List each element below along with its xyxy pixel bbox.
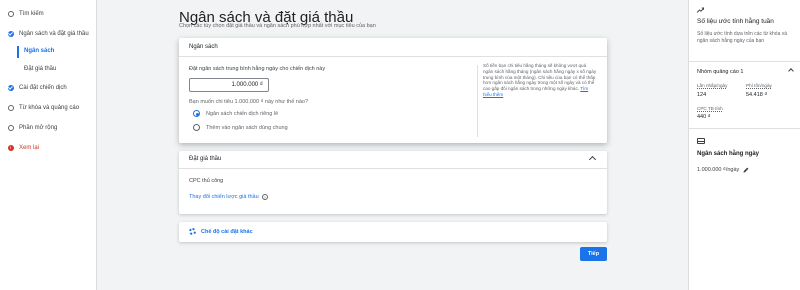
daily-budget-value: 1.000.000 ₫/ngày: [697, 167, 740, 173]
sidebar-item-search[interactable]: Tìm kiếm: [0, 10, 97, 17]
radio-individual-budget[interactable]: Ngân sách chiến dịch riêng lẻ: [193, 110, 278, 117]
sidebar-item-review[interactable]: ! Xem lại: [0, 144, 97, 151]
circle-icon: [7, 124, 14, 131]
estimates-panel: Số liệu ước tính hằng tuần Số liệu ước t…: [688, 0, 800, 290]
budget-header: Ngân sách: [179, 38, 607, 57]
trending-up-icon: [697, 7, 704, 13]
other-settings-card[interactable]: Chế độ cài đặt khác: [179, 222, 607, 242]
budget-field-label: Đặt ngân sách trung bình hằng ngày cho c…: [189, 66, 326, 72]
sidebar-item-label: Tìm kiếm: [19, 10, 44, 17]
sidebar-item-label: Từ khóa và quảng cáo: [19, 104, 80, 111]
change-bid-strategy-label: Thay đổi chiến lược giá thầu: [189, 194, 259, 200]
sidebar-item-budget-bidding[interactable]: Ngân sách và đặt giá thầu: [0, 30, 97, 37]
cpc-label: CPC TB tính: [697, 106, 723, 111]
bidding-header[interactable]: Đặt giá thầu: [179, 151, 607, 169]
sidebar-item-bidding[interactable]: Đặt giá thầu: [0, 66, 97, 72]
sidebar-item-label: Phần mở rộng: [19, 124, 58, 131]
error-icon: !: [7, 144, 14, 151]
sidebar-item-label: Ngân sách: [24, 48, 55, 54]
cpc-value: 440 ₫: [697, 114, 711, 120]
clicks-value: 124: [697, 92, 707, 98]
sidebar-item-label: Đặt giá thầu: [24, 66, 57, 72]
bidding-card: Đặt giá thầu CPC thủ công Thay đổi chiến…: [179, 151, 607, 214]
radio-shared-budget[interactable]: Thêm vào ngân sách dùng chung: [193, 124, 288, 131]
cost-value: 54.418 ₫: [746, 92, 768, 98]
check-circle-icon: [7, 30, 14, 37]
next-button[interactable]: Tiếp: [580, 247, 607, 261]
other-settings-toggle[interactable]: Chế độ cài đặt khác: [189, 228, 253, 235]
divider: [689, 128, 800, 129]
budget-info-text: Số tiền bạn chi tiêu hằng tháng sẽ không…: [483, 63, 597, 98]
sidebar-item-label: Xem lại: [19, 144, 40, 151]
sidebar-item-extensions[interactable]: Phần mở rộng: [0, 124, 97, 131]
bid-strategy-value: CPC thủ công: [189, 178, 224, 184]
circle-icon: [7, 104, 14, 111]
chevron-up-icon[interactable]: [588, 155, 597, 164]
sidebar-item-keywords-ads[interactable]: Từ khóa và quảng cáo: [0, 104, 97, 111]
daily-budget-summary: 1.000.000 ₫/ngày: [697, 167, 749, 173]
daily-budget-input[interactable]: 1.000.000 ₫: [189, 78, 269, 92]
chevron-up-icon[interactable]: [788, 68, 794, 74]
divider: [477, 65, 478, 137]
sidebar-item-label: Ngân sách và đặt giá thầu: [19, 30, 89, 37]
search-icon: [7, 10, 14, 17]
cost-label: Phí tốn/ngày: [746, 83, 772, 88]
budget-question: Bạn muốn chi tiêu 1.000.000 ₫ này như th…: [189, 99, 309, 105]
radio-unselected-icon: [193, 124, 200, 131]
divider: [689, 61, 800, 62]
sidebar: Tìm kiếm Ngân sách và đặt giá thầu Ngân …: [0, 0, 97, 290]
estimates-title: Số liệu ước tính hằng tuần: [697, 18, 774, 25]
bidding-header-label: Đặt giá thầu: [189, 156, 222, 162]
radio-label: Thêm vào ngân sách dùng chung: [206, 124, 288, 131]
page-subtitle: Chọn các tùy chọn đặt giá thầu và ngân s…: [179, 23, 376, 29]
change-bid-strategy-link[interactable]: Thay đổi chiến lược giá thầu ?: [189, 194, 268, 200]
gear-icon: [189, 228, 196, 235]
estimates-description: Số liệu ước tính dựa trên các từ khóa và…: [697, 31, 788, 44]
radio-selected-icon: [193, 110, 200, 117]
sidebar-item-label: Cài đặt chiến dịch: [19, 84, 67, 91]
ad-group-name: Nhóm quảng cáo 1: [697, 69, 744, 75]
radio-label: Ngân sách chiến dịch riêng lẻ: [206, 110, 279, 117]
help-icon[interactable]: ?: [261, 194, 268, 200]
budget-card: Ngân sách Đặt ngân sách trung bình hằng …: [179, 38, 607, 143]
check-circle-icon: [7, 84, 14, 91]
edit-icon[interactable]: [743, 167, 749, 173]
sidebar-item-budget[interactable]: Ngân sách: [0, 48, 97, 54]
daily-budget-title: Ngân sách hằng ngày: [697, 151, 760, 157]
sidebar-item-campaign-settings[interactable]: Cài đặt chiến dịch: [0, 84, 97, 91]
other-settings-label: Chế độ cài đặt khác: [201, 228, 253, 235]
clicks-label: Lần nhấp/ngày: [697, 83, 728, 88]
credit-card-icon: [697, 138, 705, 144]
